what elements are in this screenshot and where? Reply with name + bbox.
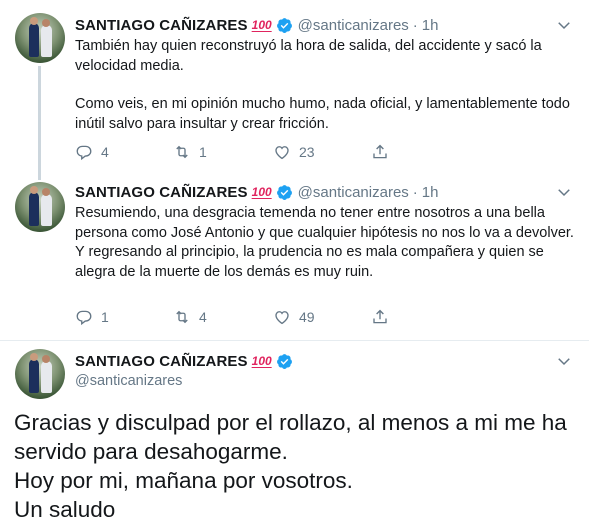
reply-icon (76, 145, 92, 161)
like-button[interactable]: 49 (273, 308, 315, 326)
like-count: 23 (299, 144, 315, 160)
reply-count: 1 (101, 309, 109, 325)
text-line: Un saludo (14, 497, 116, 522)
retweet-icon (176, 310, 188, 324)
reply-count: 4 (101, 144, 109, 160)
share-icon (373, 309, 387, 324)
verified-icon (276, 184, 292, 200)
chevron-down-icon[interactable] (555, 183, 573, 201)
separator-dot: · (412, 183, 418, 201)
tweet-text: También hay quien reconstruyó la hora de… (75, 37, 575, 134)
main-tweet-text: Gracias y disculpad por el rollazo, al m… (14, 408, 579, 522)
share-button[interactable] (371, 143, 389, 161)
avatar[interactable] (15, 13, 65, 63)
retweet-button[interactable]: 4 (173, 308, 207, 326)
display-name[interactable]: SANTIAGO CAÑIZARES (75, 17, 248, 34)
share-icon (373, 144, 387, 159)
tweet-header: SANTIAGO CAÑIZARES 100 @santicanizares ·… (75, 15, 438, 35)
handle[interactable]: @santicanizares (298, 17, 409, 34)
tweet-actions: 1 4 49 (75, 308, 405, 328)
hundred-points-emoji: 100 (251, 354, 272, 368)
paragraph: Y regresando al principio, la prudencia … (75, 244, 544, 280)
like-button[interactable]: 23 (273, 143, 315, 161)
paragraph: Como veis, en mi opinión mucho humo, nad… (75, 96, 570, 132)
retweet-icon (176, 145, 188, 159)
reply-button[interactable]: 1 (75, 308, 109, 326)
reply-icon (76, 310, 92, 326)
display-name[interactable]: SANTIAGO CAÑIZARES (75, 353, 248, 370)
tweet-header: SANTIAGO CAÑIZARES 100 @santicanizares ·… (75, 182, 438, 202)
paragraph: Resumiendo, una desgracia temenda no ten… (75, 205, 574, 241)
tweet-text: Resumiendo, una desgracia temenda no ten… (75, 204, 575, 282)
chevron-down-icon[interactable] (555, 352, 573, 370)
hundred-points-emoji: 100 (251, 185, 272, 199)
tweet-2[interactable]: SANTIAGO CAÑIZARES 100 @santicanizares ·… (0, 170, 589, 340)
main-tweet[interactable]: SANTIAGO CAÑIZARES 100 @santicanizares G… (0, 341, 589, 522)
share-button[interactable] (371, 308, 389, 326)
paragraph: También hay quien reconstruyó la hora de… (75, 38, 542, 74)
separator-dot: · (412, 16, 418, 34)
retweet-count: 4 (199, 309, 207, 325)
tweet-1[interactable]: SANTIAGO CAÑIZARES 100 @santicanizares ·… (0, 0, 589, 170)
retweet-button[interactable]: 1 (173, 143, 207, 161)
tweet-actions: 4 1 23 (75, 143, 405, 163)
timestamp[interactable]: 1h (422, 184, 439, 201)
thread-line (38, 170, 41, 180)
hundred-points-emoji: 100 (251, 18, 272, 32)
retweet-count: 1 (199, 144, 207, 160)
handle[interactable]: @santicanizares (75, 373, 182, 389)
thread-line (38, 66, 41, 170)
text-line: Gracias y disculpad por el rollazo, al m… (14, 410, 567, 464)
reply-button[interactable]: 4 (75, 143, 109, 161)
avatar[interactable] (15, 349, 65, 399)
like-icon (275, 146, 289, 160)
verified-icon (276, 17, 292, 33)
like-icon (275, 311, 289, 325)
avatar[interactable] (15, 182, 65, 232)
text-line: Hoy por mi, mañana por vosotros. (14, 468, 353, 493)
chevron-down-icon[interactable] (555, 16, 573, 34)
verified-icon (276, 353, 292, 369)
tweet-header: SANTIAGO CAÑIZARES 100 (75, 351, 293, 371)
timestamp[interactable]: 1h (422, 17, 439, 34)
like-count: 49 (299, 309, 315, 325)
handle[interactable]: @santicanizares (298, 184, 409, 201)
display-name[interactable]: SANTIAGO CAÑIZARES (75, 184, 248, 201)
